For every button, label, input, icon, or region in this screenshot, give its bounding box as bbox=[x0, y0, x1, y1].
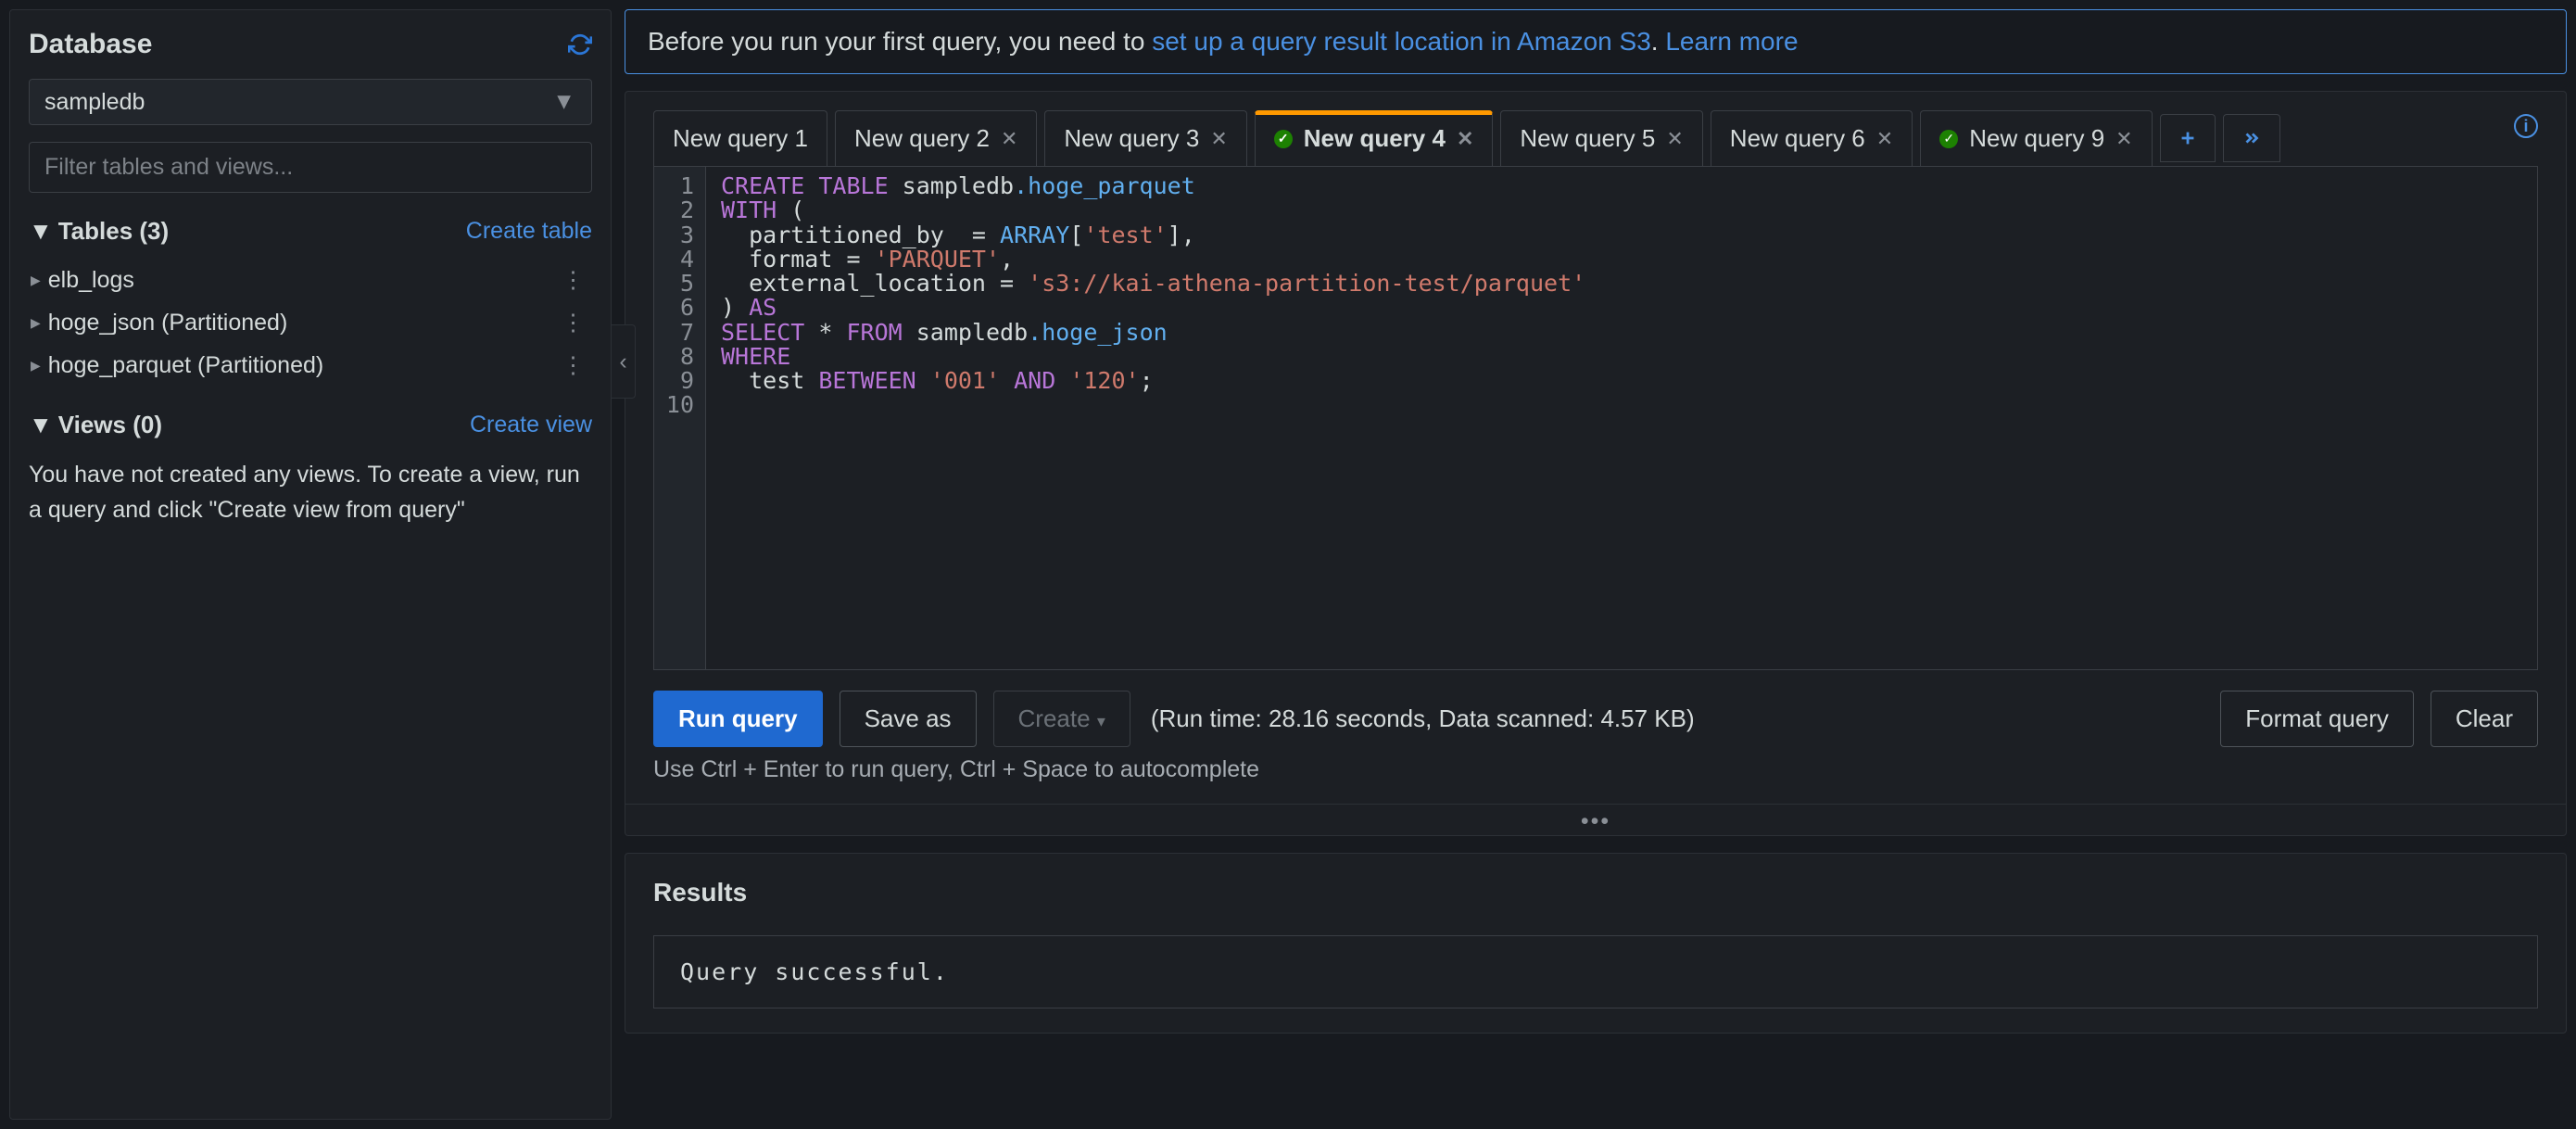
main: ‹ Before you run your first query, you n… bbox=[625, 9, 2567, 1120]
add-tab-button[interactable] bbox=[2160, 114, 2216, 162]
close-icon[interactable]: ✕ bbox=[1876, 127, 1893, 151]
learn-more-link[interactable]: Learn more bbox=[1665, 27, 1798, 56]
caret-down-icon: ▼ bbox=[29, 411, 53, 439]
sidebar-title: Database bbox=[29, 29, 152, 60]
tab-overflow-button[interactable] bbox=[2223, 114, 2280, 162]
line-gutter: 12345678910 bbox=[654, 167, 706, 669]
table-name: hoge_json (Partitioned) bbox=[48, 310, 288, 336]
status-ok-icon: ✓ bbox=[1939, 130, 1958, 148]
caret-right-icon: ▶ bbox=[31, 273, 41, 288]
tab-label: New query 3 bbox=[1064, 124, 1199, 153]
action-bar: Run query Save as Create ▾ (Run time: 28… bbox=[625, 670, 2566, 756]
kebab-icon[interactable]: ⋮ bbox=[556, 309, 590, 336]
status-ok-icon: ✓ bbox=[1274, 130, 1293, 148]
run-query-button[interactable]: Run query bbox=[653, 691, 823, 747]
caret-right-icon: ▶ bbox=[31, 358, 41, 374]
results-panel: Results Query successful. bbox=[625, 853, 2567, 1034]
close-icon[interactable]: ✕ bbox=[1001, 127, 1017, 151]
info-icon[interactable]: i bbox=[2514, 114, 2538, 138]
tables-list: ▶ elb_logs ⋮ ▶ hoge_json (Partitioned) ⋮… bbox=[29, 259, 592, 387]
tables-section-label[interactable]: ▼ Tables (3) bbox=[29, 217, 169, 246]
create-dropdown-button[interactable]: Create ▾ bbox=[993, 691, 1130, 747]
close-icon[interactable]: ✕ bbox=[2115, 127, 2132, 151]
table-item[interactable]: ▶ hoge_parquet (Partitioned) ⋮ bbox=[29, 344, 592, 387]
kebab-icon[interactable]: ⋮ bbox=[556, 351, 590, 379]
tab-label: New query 9 bbox=[1969, 124, 2104, 153]
close-icon[interactable]: ✕ bbox=[1210, 127, 1227, 151]
create-view-link[interactable]: Create view bbox=[470, 412, 592, 438]
close-icon[interactable]: ✕ bbox=[1457, 127, 1473, 151]
query-tab[interactable]: New query 5 ✕ bbox=[1500, 110, 1702, 166]
save-as-button[interactable]: Save as bbox=[840, 691, 977, 747]
views-section-label[interactable]: ▼ Views (0) bbox=[29, 411, 162, 439]
create-table-link[interactable]: Create table bbox=[466, 218, 592, 245]
sidebar: Database sampledb ▼ ▼ Tables (3) Create … bbox=[9, 9, 612, 1120]
sql-editor[interactable]: 12345678910 CREATE TABLE sampledb.hoge_p… bbox=[653, 166, 2538, 670]
table-item[interactable]: ▶ hoge_json (Partitioned) ⋮ bbox=[29, 301, 592, 344]
chevron-down-icon: ▾ bbox=[1097, 712, 1105, 730]
table-name: elb_logs bbox=[48, 267, 134, 294]
database-select-wrapper: sampledb ▼ bbox=[29, 79, 592, 125]
table-name: hoge_parquet (Partitioned) bbox=[48, 352, 323, 379]
query-tab[interactable]: New query 6 ✕ bbox=[1711, 110, 1913, 166]
setup-alert: Before you run your first query, you nee… bbox=[625, 9, 2567, 74]
caret-down-icon: ▼ bbox=[29, 217, 53, 246]
table-item[interactable]: ▶ elb_logs ⋮ bbox=[29, 259, 592, 301]
format-query-button[interactable]: Format query bbox=[2220, 691, 2414, 747]
alert-text: Before you run your first query, you nee… bbox=[648, 27, 1152, 56]
results-title: Results bbox=[653, 878, 2538, 907]
views-empty-hint: You have not created any views. To creat… bbox=[29, 458, 592, 527]
setup-s3-link[interactable]: set up a query result location in Amazon… bbox=[1152, 27, 1651, 56]
run-info-text: (Run time: 28.16 seconds, Data scanned: … bbox=[1151, 704, 1695, 733]
collapse-sidebar-handle[interactable]: ‹ bbox=[612, 324, 636, 399]
tab-label: New query 1 bbox=[673, 124, 808, 153]
tab-label: New query 6 bbox=[1730, 124, 1865, 153]
editor-hint: Use Ctrl + Enter to run query, Ctrl + Sp… bbox=[625, 756, 2566, 804]
kebab-icon[interactable]: ⋮ bbox=[556, 266, 590, 294]
database-select[interactable]: sampledb bbox=[29, 79, 592, 125]
tab-label: New query 4 bbox=[1304, 124, 1446, 153]
filter-input[interactable] bbox=[29, 142, 592, 193]
refresh-icon[interactable] bbox=[568, 32, 592, 57]
query-tab[interactable]: New query 2 ✕ bbox=[835, 110, 1037, 166]
close-icon[interactable]: ✕ bbox=[1666, 127, 1683, 151]
editor-panel: New query 1 New query 2 ✕ New query 3 ✕ ✓ New … bbox=[625, 91, 2567, 836]
query-tab[interactable]: ✓ New query 4 ✕ bbox=[1255, 110, 1494, 166]
query-tab[interactable]: New query 3 ✕ bbox=[1044, 110, 1246, 166]
clear-button[interactable]: Clear bbox=[2431, 691, 2538, 747]
tab-label: New query 5 bbox=[1520, 124, 1655, 153]
query-tab[interactable]: New query 1 bbox=[653, 110, 827, 166]
tab-label: New query 2 bbox=[854, 124, 990, 153]
caret-right-icon: ▶ bbox=[31, 315, 41, 331]
results-message: Query successful. bbox=[653, 935, 2538, 1008]
splitter-handle[interactable]: ••• bbox=[625, 804, 2566, 835]
code-area[interactable]: CREATE TABLE sampledb.hoge_parquet WITH … bbox=[706, 167, 1600, 669]
query-tab[interactable]: ✓ New query 9 ✕ bbox=[1920, 110, 2152, 166]
tabs-row: New query 1 New query 2 ✕ New query 3 ✕ ✓ New … bbox=[625, 92, 2566, 166]
